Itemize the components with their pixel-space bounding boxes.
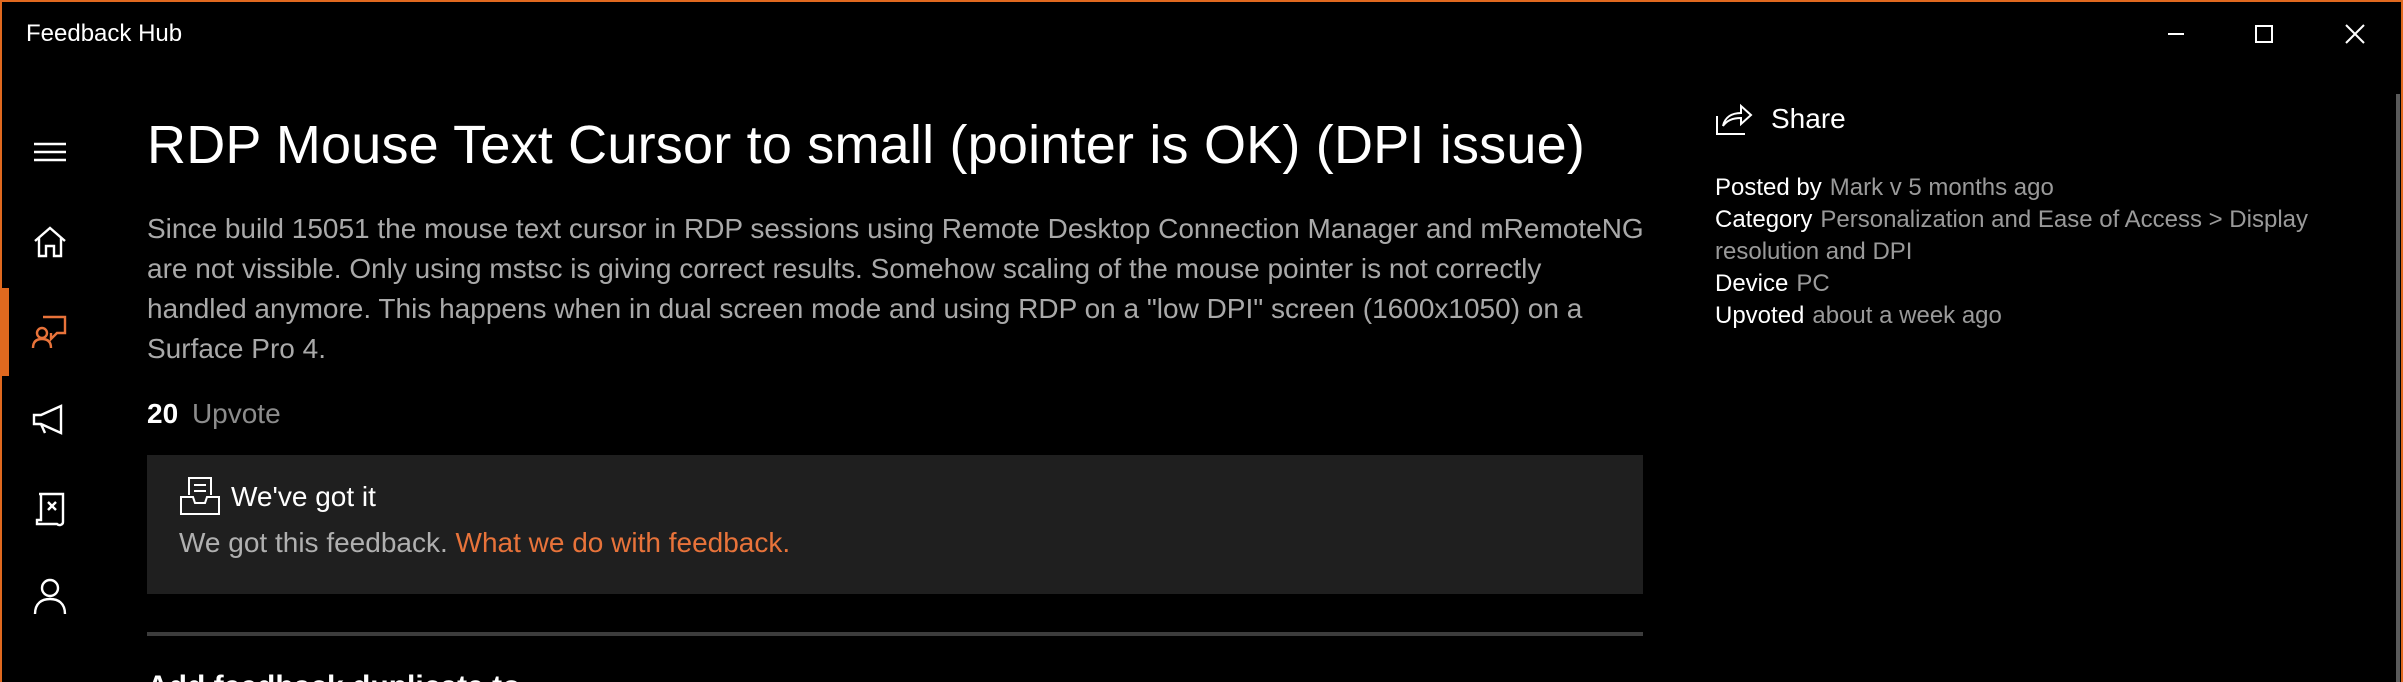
menu-button[interactable] <box>2 108 98 196</box>
posted-by-row: Posted by Mark v 5 months ago <box>1715 172 2335 204</box>
status-panel: We've got it We got this feedback. What … <box>147 455 1643 594</box>
status-title: We've got it <box>231 481 376 512</box>
status-text: We got this feedback. What we do with fe… <box>179 527 790 559</box>
app-window: Feedback Hub RDP Mouse Text Cursor to sm… <box>0 0 2403 682</box>
device-key: Device <box>1715 270 1789 297</box>
device-value: PC <box>1796 270 1830 297</box>
megaphone-icon <box>32 404 63 435</box>
category-row: Category Personalization and Ease of Acce… <box>1715 204 2335 268</box>
minimize-icon <box>2168 33 2184 35</box>
share-icon <box>1716 103 1753 135</box>
app-title: Feedback Hub <box>26 20 183 47</box>
upvoted-value: about a week ago <box>1812 302 2002 329</box>
scrollbar[interactable] <box>2396 94 2400 682</box>
sidebar-item-home[interactable] <box>2 198 98 286</box>
hamburger-icon <box>34 142 66 162</box>
upvoted-row: Upvoted about a week ago <box>1715 300 2335 332</box>
feedback-info-link[interactable]: What we do with feedback. <box>456 527 791 558</box>
minimize-button[interactable] <box>2130 2 2222 66</box>
sidebar <box>2 66 98 682</box>
sidebar-item-announcements[interactable] <box>2 376 98 464</box>
feedback-description: Since build 15051 the mouse text cursor … <box>147 213 1644 364</box>
upvoted-key: Upvoted <box>1715 302 1805 329</box>
maximize-button[interactable] <box>2218 2 2310 66</box>
category-key: Category <box>1715 206 1813 233</box>
feedback-title: RDP Mouse Text Cursor to small (pointer … <box>147 115 1586 175</box>
close-icon <box>2345 24 2365 44</box>
upvote-count: 20 <box>147 398 179 429</box>
status-message: We got this feedback. <box>179 527 448 558</box>
home-icon <box>34 226 66 258</box>
posted-by-key: Posted by <box>1715 174 1822 201</box>
person-icon <box>33 578 67 615</box>
feedback-icon <box>31 315 67 349</box>
section-heading: Add feedback duplicate to... <box>147 670 545 682</box>
upvote-label: Upvote <box>191 398 281 429</box>
sidebar-item-quests[interactable] <box>2 464 98 552</box>
divider <box>147 632 1643 636</box>
share-button[interactable]: Share <box>1715 102 1846 136</box>
posted-by-value[interactable]: Mark v 5 months ago <box>1830 174 2054 201</box>
sidebar-item-profile[interactable] <box>2 552 98 640</box>
inbox-tray-icon <box>180 477 220 515</box>
feedback-metadata: Posted by Mark v 5 months ago Category Per… <box>1715 172 2335 332</box>
title-bar: Feedback Hub <box>2 2 2401 66</box>
upvote-button[interactable]: 20 Upvote <box>147 398 281 430</box>
maximize-icon <box>2255 25 2273 43</box>
status-icon-wrap <box>179 475 221 522</box>
quests-icon <box>35 492 65 527</box>
close-button[interactable] <box>2309 2 2401 66</box>
sidebar-item-feedback[interactable] <box>2 288 98 376</box>
share-label: Share <box>1771 103 1846 134</box>
device-row: Device PC <box>1715 268 2335 300</box>
